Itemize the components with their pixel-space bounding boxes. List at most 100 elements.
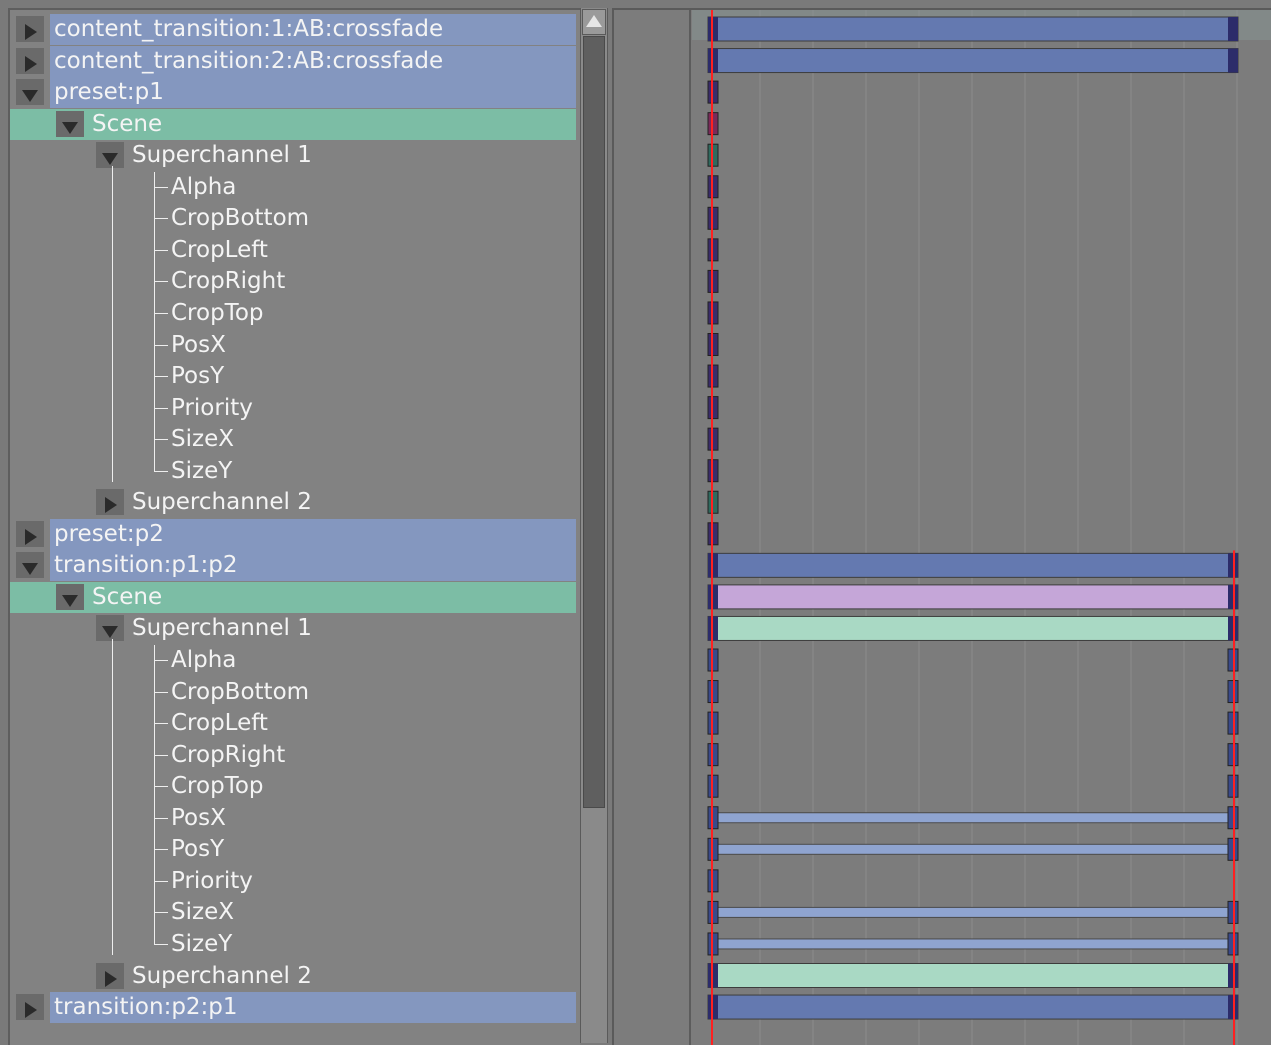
tree-connector [154,312,168,314]
tree-row-label: SizeX [171,899,234,926]
tree-row[interactable]: preset:p2 [10,518,576,550]
tree-row[interactable]: content_transition:2:AB:crossfade [10,45,576,77]
tree-row[interactable]: Scene [10,108,576,140]
track-end-key[interactable] [1228,48,1238,73]
tree-row[interactable]: transition:p1:p2 [10,550,576,582]
tree-row[interactable]: PosY [10,834,576,865]
expander-button[interactable] [16,16,44,42]
timeline-panel[interactable] [612,8,1271,1045]
expander-button[interactable] [56,110,84,137]
tree-row[interactable]: PosX [10,330,576,361]
track-bar-thin[interactable] [707,938,1239,950]
triangle-right-icon [25,1002,37,1019]
tree-row-label: CropRight [171,741,286,768]
triangle-right-icon [25,55,37,72]
tree-row-label: Superchannel 2 [132,962,312,989]
scroll-thumb[interactable] [583,36,605,808]
tree-row[interactable]: CropLeft [10,708,576,739]
track-bar[interactable] [707,615,1239,641]
tree-connector [154,817,168,819]
track-bar-thin[interactable] [707,906,1239,918]
tree-row-label: Superchannel 1 [132,615,312,642]
expander-button[interactable] [16,994,44,1021]
tree-row[interactable]: Priority [10,866,576,897]
track-end-key[interactable] [1228,17,1238,41]
expander-button[interactable] [96,962,124,989]
tree-row[interactable]: preset:p1 [10,77,576,109]
tree-row[interactable]: Superchannel 1 [10,613,576,644]
tree-scrollbar[interactable] [580,8,608,1043]
tree-row[interactable]: SizeX [10,424,576,455]
arrow-up-icon [586,15,602,27]
timeline-canvas[interactable] [614,10,1271,1045]
tree-row[interactable]: SizeX [10,897,576,928]
tree-row[interactable]: content_transition:1:AB:crossfade [10,14,576,45]
tree-row-label: transition:p1:p2 [54,552,238,579]
tree-row[interactable]: PosY [10,361,576,392]
tree-connector [154,943,168,945]
tree-row-label: transition:p2:p1 [54,994,238,1021]
triangle-down-icon [62,594,78,607]
tree-row[interactable]: Scene [10,581,576,613]
expander-button[interactable] [16,520,44,547]
tree-connector [154,912,168,914]
tree-row-label: content_transition:2:AB:crossfade [54,47,444,74]
track-bar[interactable] [707,16,1239,42]
triangle-down-icon [22,90,38,103]
tree-connector [154,249,168,251]
expander-button[interactable] [16,47,44,74]
expander-button[interactable] [56,583,84,610]
tree-connector [154,186,168,188]
tree-row[interactable]: Alpha [10,172,576,203]
tree-connector [154,786,168,788]
tree-row-label: preset:p2 [54,520,164,547]
tree-connector [154,849,168,851]
tree-row[interactable]: Superchannel 2 [10,487,576,518]
triangle-down-icon [102,153,118,166]
tree-row[interactable]: PosX [10,803,576,834]
scroll-up-button[interactable] [582,9,606,35]
tree-row[interactable]: Superchannel 1 [10,140,576,171]
tree-connector [154,723,168,725]
track-bar-thin[interactable] [707,843,1239,855]
tree-row[interactable]: CropBottom [10,203,576,234]
tree-row[interactable]: CropRight [10,740,576,771]
triangle-right-icon [105,497,117,514]
tree-row[interactable]: transition:p2:p1 [10,992,576,1024]
tree-row-label: PosX [171,804,226,831]
tree-connector [154,376,168,378]
tree-row-label: Alpha [171,647,237,673]
track-bar[interactable] [707,48,1239,74]
tree-row-label: Superchannel 2 [132,489,312,516]
expander-button[interactable] [16,552,44,579]
tree-row[interactable]: CropTop [10,771,576,802]
track-bar-thin[interactable] [707,812,1239,824]
tree-row[interactable]: Superchannel 2 [10,961,576,992]
tree-row[interactable]: CropRight [10,266,576,297]
expander-button[interactable] [96,615,124,642]
tree-row[interactable]: SizeY [10,929,576,960]
tree-row[interactable]: CropBottom [10,677,576,708]
triangle-down-icon [62,121,78,134]
tree-connector [154,218,168,220]
tree-row-label: Scene [92,110,163,137]
tree-row[interactable]: CropLeft [10,235,576,266]
tree-row-label: CropTop [171,773,264,800]
tree-connector [154,880,168,882]
track-bar[interactable] [707,552,1239,578]
track-bar[interactable] [707,584,1239,610]
tree-connector [154,344,168,346]
tree-row[interactable]: CropTop [10,298,576,329]
expander-button[interactable] [16,79,44,106]
triangle-down-icon [102,626,118,639]
track-tree-panel: content_transition:1:AB:crossfade content… [8,8,580,1045]
track-bar[interactable] [707,994,1239,1020]
tree-row[interactable]: Priority [10,393,576,424]
expander-button[interactable] [96,489,124,516]
track-bar[interactable] [707,963,1239,988]
tree-row[interactable]: SizeY [10,456,576,487]
tree-row[interactable]: Alpha [10,645,576,676]
tree-row-label: CropLeft [171,710,268,737]
tree-row-label: PosY [171,363,225,390]
expander-button[interactable] [96,142,124,169]
